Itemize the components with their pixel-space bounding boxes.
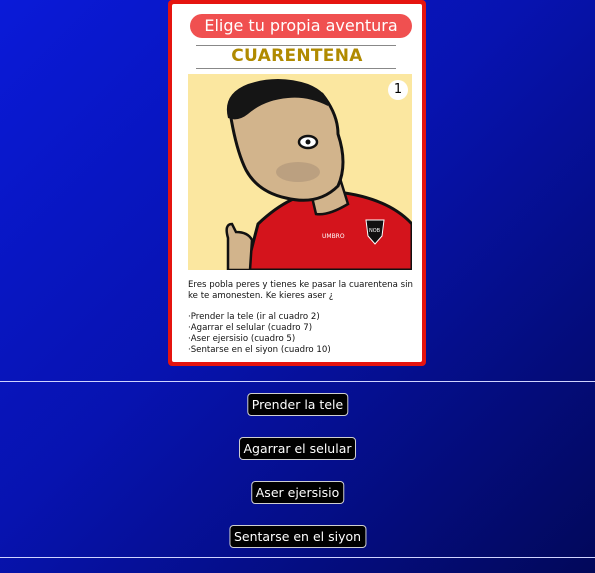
- divider-bottom: [0, 557, 595, 558]
- divider-top: [0, 381, 595, 382]
- title-rule-bottom: [196, 68, 396, 69]
- comic-panel: UMBRO NOB 1: [188, 74, 412, 270]
- card-title: CUARENTENA: [231, 46, 363, 66]
- panel-number-badge: 1: [388, 80, 408, 100]
- story-option-1: ·Prender la tele (ir al cuadro 2): [188, 312, 320, 322]
- choice-agarrar-selular-button[interactable]: Agarrar el selular: [238, 437, 357, 460]
- story-text: Eres pobla peres y tienes ke pasar la cu…: [188, 280, 418, 356]
- story-option-2: ·Agarrar el selular (cuadro 7): [188, 323, 313, 333]
- comic-card: Elige tu propia aventura CUARENTENA UMBR…: [168, 0, 426, 366]
- card-banner: Elige tu propia aventura: [190, 14, 412, 38]
- pupil-shape: [305, 139, 311, 145]
- comic-illustration: UMBRO NOB: [225, 79, 412, 270]
- thumb-hand-shape: [225, 222, 254, 270]
- story-intro: Eres pobla peres y tienes ke pasar la cu…: [188, 280, 413, 301]
- choice-sentarse-siyon-button[interactable]: Sentarse en el siyon: [228, 525, 367, 548]
- choice-aser-ejersisio-button[interactable]: Aser ejersisio: [250, 481, 345, 504]
- club-crest-text: NOB: [369, 228, 381, 234]
- stubble-shape: [276, 162, 320, 182]
- story-option-4: ·Sentarse en el siyon (cuadro 10): [188, 345, 331, 355]
- shirt-brand-logo: UMBRO: [322, 233, 345, 240]
- comic-card-inner: Elige tu propia aventura CUARENTENA UMBR…: [172, 4, 422, 362]
- story-option-3: ·Aser ejersisio (cuadro 5): [188, 334, 296, 344]
- choice-prender-tele-button[interactable]: Prender la tele: [246, 393, 349, 416]
